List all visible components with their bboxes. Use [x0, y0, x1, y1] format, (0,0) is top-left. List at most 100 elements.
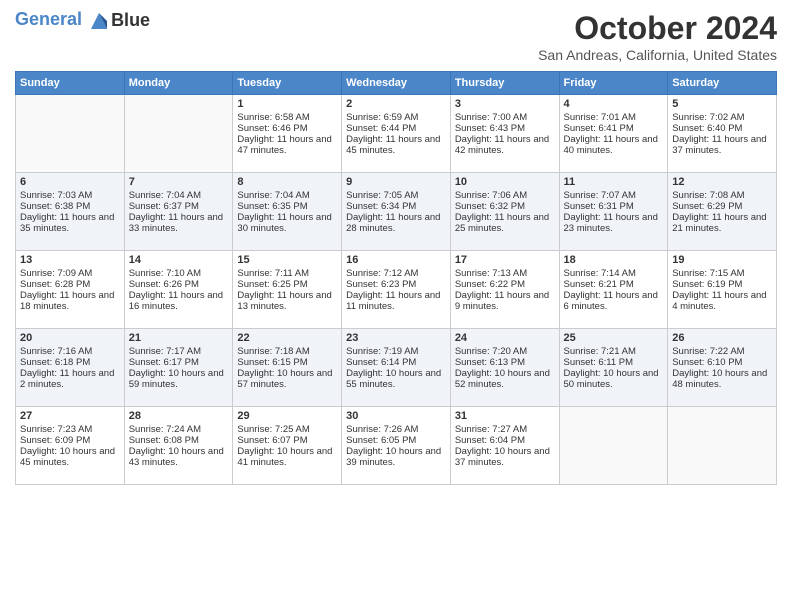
calendar-cell: [124, 95, 233, 173]
day-info: Sunrise: 7:24 AM: [129, 424, 229, 435]
day-number: 1: [237, 98, 337, 110]
calendar-cell: 20Sunrise: 7:16 AMSunset: 6:18 PMDayligh…: [16, 329, 125, 407]
col-saturday: Saturday: [668, 72, 777, 95]
day-number: 13: [20, 254, 120, 266]
col-monday: Monday: [124, 72, 233, 95]
day-info: Sunset: 6:10 PM: [672, 357, 772, 368]
col-friday: Friday: [559, 72, 668, 95]
day-info: Sunrise: 7:17 AM: [129, 346, 229, 357]
day-info: Daylight: 10 hours and 59 minutes.: [129, 368, 229, 390]
day-info: Sunrise: 7:11 AM: [237, 268, 337, 279]
day-info: Sunset: 6:32 PM: [455, 201, 555, 212]
calendar-cell: 16Sunrise: 7:12 AMSunset: 6:23 PMDayligh…: [342, 251, 451, 329]
day-info: Daylight: 10 hours and 39 minutes.: [346, 446, 446, 468]
day-info: Sunrise: 7:20 AM: [455, 346, 555, 357]
day-number: 31: [455, 410, 555, 422]
calendar-cell: 9Sunrise: 7:05 AMSunset: 6:34 PMDaylight…: [342, 173, 451, 251]
day-info: Sunset: 6:09 PM: [20, 435, 120, 446]
calendar-cell: 18Sunrise: 7:14 AMSunset: 6:21 PMDayligh…: [559, 251, 668, 329]
day-info: Sunset: 6:13 PM: [455, 357, 555, 368]
calendar-cell: 25Sunrise: 7:21 AMSunset: 6:11 PMDayligh…: [559, 329, 668, 407]
day-info: Sunset: 6:21 PM: [564, 279, 664, 290]
calendar-cell: 17Sunrise: 7:13 AMSunset: 6:22 PMDayligh…: [450, 251, 559, 329]
day-info: Sunset: 6:38 PM: [20, 201, 120, 212]
day-info: Sunset: 6:07 PM: [237, 435, 337, 446]
day-number: 5: [672, 98, 772, 110]
calendar-cell: [16, 95, 125, 173]
calendar-cell: 1Sunrise: 6:58 AMSunset: 6:46 PMDaylight…: [233, 95, 342, 173]
day-info: Daylight: 10 hours and 45 minutes.: [20, 446, 120, 468]
day-number: 7: [129, 176, 229, 188]
day-info: Sunset: 6:40 PM: [672, 123, 772, 134]
day-info: Sunrise: 7:01 AM: [564, 112, 664, 123]
calendar-cell: 5Sunrise: 7:02 AMSunset: 6:40 PMDaylight…: [668, 95, 777, 173]
day-number: 28: [129, 410, 229, 422]
day-info: Daylight: 10 hours and 37 minutes.: [455, 446, 555, 468]
calendar-cell: 19Sunrise: 7:15 AMSunset: 6:19 PMDayligh…: [668, 251, 777, 329]
day-info: Daylight: 11 hours and 45 minutes.: [346, 134, 446, 156]
day-info: Sunrise: 7:05 AM: [346, 190, 446, 201]
calendar-cell: 21Sunrise: 7:17 AMSunset: 6:17 PMDayligh…: [124, 329, 233, 407]
day-info: Sunset: 6:17 PM: [129, 357, 229, 368]
logo-general: General: [15, 9, 82, 29]
day-info: Sunset: 6:05 PM: [346, 435, 446, 446]
day-number: 30: [346, 410, 446, 422]
day-info: Sunrise: 7:21 AM: [564, 346, 664, 357]
day-number: 19: [672, 254, 772, 266]
day-info: Daylight: 10 hours and 41 minutes.: [237, 446, 337, 468]
day-info: Daylight: 11 hours and 21 minutes.: [672, 212, 772, 234]
day-info: Daylight: 11 hours and 47 minutes.: [237, 134, 337, 156]
day-number: 17: [455, 254, 555, 266]
col-tuesday: Tuesday: [233, 72, 342, 95]
calendar-cell: 22Sunrise: 7:18 AMSunset: 6:15 PMDayligh…: [233, 329, 342, 407]
day-info: Sunrise: 7:22 AM: [672, 346, 772, 357]
day-info: Sunset: 6:18 PM: [20, 357, 120, 368]
day-info: Sunrise: 7:14 AM: [564, 268, 664, 279]
day-info: Sunrise: 7:03 AM: [20, 190, 120, 201]
day-info: Sunset: 6:28 PM: [20, 279, 120, 290]
calendar-week-2: 6Sunrise: 7:03 AMSunset: 6:38 PMDaylight…: [16, 173, 777, 251]
day-info: Sunrise: 7:23 AM: [20, 424, 120, 435]
day-info: Sunset: 6:37 PM: [129, 201, 229, 212]
day-info: Sunset: 6:35 PM: [237, 201, 337, 212]
location: San Andreas, California, United States: [538, 47, 777, 63]
day-info: Daylight: 11 hours and 30 minutes.: [237, 212, 337, 234]
day-info: Sunrise: 7:27 AM: [455, 424, 555, 435]
col-thursday: Thursday: [450, 72, 559, 95]
calendar-cell: 15Sunrise: 7:11 AMSunset: 6:25 PMDayligh…: [233, 251, 342, 329]
day-number: 14: [129, 254, 229, 266]
day-info: Sunrise: 7:19 AM: [346, 346, 446, 357]
calendar-cell: 8Sunrise: 7:04 AMSunset: 6:35 PMDaylight…: [233, 173, 342, 251]
day-number: 15: [237, 254, 337, 266]
day-info: Sunrise: 7:12 AM: [346, 268, 446, 279]
day-number: 20: [20, 332, 120, 344]
day-info: Daylight: 11 hours and 6 minutes.: [564, 290, 664, 312]
day-info: Sunset: 6:26 PM: [129, 279, 229, 290]
day-info: Daylight: 10 hours and 50 minutes.: [564, 368, 664, 390]
day-info: Sunset: 6:11 PM: [564, 357, 664, 368]
header: General Blue October 2024 San Andreas, C…: [15, 10, 777, 63]
day-number: 3: [455, 98, 555, 110]
day-number: 10: [455, 176, 555, 188]
logo-blue: Blue: [111, 10, 150, 31]
calendar-cell: 14Sunrise: 7:10 AMSunset: 6:26 PMDayligh…: [124, 251, 233, 329]
day-info: Sunset: 6:25 PM: [237, 279, 337, 290]
day-info: Sunset: 6:14 PM: [346, 357, 446, 368]
day-info: Sunrise: 7:25 AM: [237, 424, 337, 435]
col-wednesday: Wednesday: [342, 72, 451, 95]
day-info: Daylight: 11 hours and 18 minutes.: [20, 290, 120, 312]
day-info: Daylight: 11 hours and 35 minutes.: [20, 212, 120, 234]
page: General Blue October 2024 San Andreas, C…: [0, 0, 792, 612]
day-number: 27: [20, 410, 120, 422]
calendar-cell: 27 Sunrise: 7:23 AMSunset: 6:09 PMDayligh…: [16, 407, 125, 485]
day-info: Sunrise: 7:13 AM: [455, 268, 555, 279]
day-info: Daylight: 11 hours and 4 minutes.: [672, 290, 772, 312]
day-number: 9: [346, 176, 446, 188]
logo-icon: [89, 11, 109, 31]
day-info: Sunset: 6:22 PM: [455, 279, 555, 290]
day-info: Sunrise: 7:10 AM: [129, 268, 229, 279]
day-info: Sunset: 6:29 PM: [672, 201, 772, 212]
day-info: Daylight: 11 hours and 37 minutes.: [672, 134, 772, 156]
calendar-cell: 31Sunrise: 7:27 AMSunset: 6:04 PMDayligh…: [450, 407, 559, 485]
calendar-cell: 30Sunrise: 7:26 AMSunset: 6:05 PMDayligh…: [342, 407, 451, 485]
